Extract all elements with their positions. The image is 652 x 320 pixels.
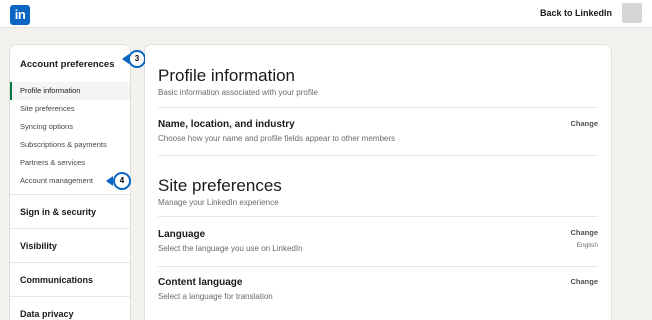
- site-preferences-header: Site preferences Manage your LinkedIn ex…: [158, 155, 598, 207]
- setting-description: Select the language you use on LinkedIn: [158, 244, 303, 253]
- setting-row-name-location-industry[interactable]: Name, location, and industry Choose how …: [158, 107, 598, 155]
- sidebar-group-data-privacy[interactable]: Data privacy: [10, 296, 130, 320]
- setting-row-content-language[interactable]: Content language Select a language for t…: [158, 266, 598, 314]
- sidebar-group-sign-in-security[interactable]: Sign in & security: [10, 194, 130, 228]
- sidebar-item-syncing-options[interactable]: Syncing options: [10, 118, 130, 136]
- sidebar-group-visibility[interactable]: Visibility: [10, 228, 130, 262]
- avatar[interactable]: [622, 3, 642, 23]
- callout-arrow: [106, 176, 113, 186]
- section-subtitle-profile-information: Basic information associated with your p…: [158, 88, 319, 97]
- setting-title: Language: [158, 229, 206, 240]
- sidebar-group-communications[interactable]: Communications: [10, 262, 130, 296]
- setting-title: Name, location, and industry: [158, 119, 295, 130]
- section-title-profile-information: Profile information: [158, 66, 296, 85]
- sidebar-item-site-preferences[interactable]: Site preferences: [10, 100, 130, 118]
- current-language-value: English: [576, 242, 598, 249]
- change-button[interactable]: Change: [570, 119, 598, 128]
- setting-description: Select a language for translation: [158, 292, 273, 301]
- callout-badge-3: 3: [128, 50, 146, 68]
- sidebar-item-subscriptions-payments[interactable]: Subscriptions & payments: [10, 136, 130, 154]
- sidebar-section-account-preferences[interactable]: Account preferences: [10, 45, 130, 82]
- settings-main-panel: Profile information Basic information as…: [145, 45, 611, 320]
- top-navigation-bar: in Back to LinkedIn: [0, 0, 652, 28]
- setting-description: Choose how your name and profile fields …: [158, 134, 396, 143]
- setting-row-language[interactable]: Language Select the language you use on …: [158, 216, 598, 266]
- profile-information-header: Profile information Basic information as…: [145, 45, 611, 97]
- setting-title: Content language: [158, 277, 243, 288]
- section-title-site-preferences: Site preferences: [158, 176, 282, 195]
- callout-badge-4: 4: [113, 172, 131, 190]
- sidebar-item-profile-information[interactable]: Profile information: [10, 82, 130, 100]
- sidebar-item-partners-services[interactable]: Partners & services: [10, 154, 130, 172]
- change-button[interactable]: Change: [570, 228, 598, 237]
- change-button[interactable]: Change: [570, 277, 598, 286]
- section-subtitle-site-preferences: Manage your LinkedIn experience: [158, 198, 279, 207]
- back-to-linkedin-link[interactable]: Back to LinkedIn: [540, 8, 612, 18]
- linkedin-logo[interactable]: in: [10, 5, 30, 25]
